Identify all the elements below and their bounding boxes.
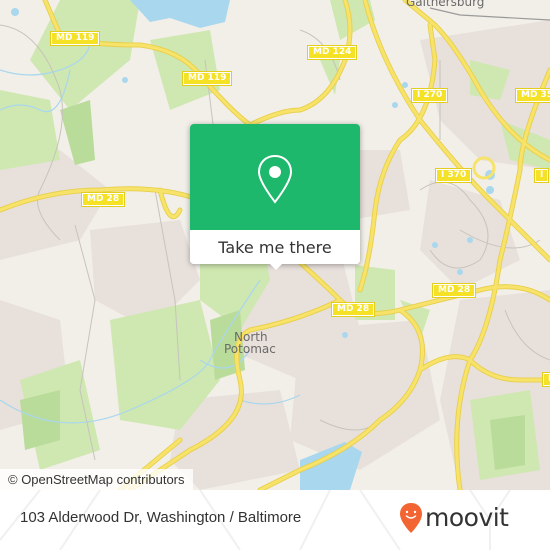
route-shield: I 270	[410, 88, 449, 103]
route-shield: MD 119	[181, 71, 233, 86]
gaithersburg-label: Gaithersburg	[406, 0, 485, 9]
moovit-logo[interactable]: moovit	[399, 502, 509, 534]
route-shield: I 370	[434, 168, 473, 183]
address-text: 103 Alderwood Dr, Washington / Baltimore	[20, 509, 302, 526]
route-shield: I	[533, 168, 550, 183]
destination-popup: Take me there	[190, 124, 360, 270]
moovit-wordmark: moovit	[425, 503, 509, 532]
popup-header	[190, 124, 360, 230]
map-attribution[interactable]: © OpenStreetMap contributors	[0, 469, 193, 490]
footer: 103 Alderwood Dr, Washington / Baltimore…	[0, 490, 550, 550]
popup-pointer	[268, 262, 284, 270]
route-shield: MD 28	[431, 283, 477, 298]
interchange	[472, 156, 496, 180]
route-shield: MD 119	[49, 31, 101, 46]
north-potomac-label-2: Potomac	[224, 342, 276, 356]
map-pin-icon	[257, 154, 293, 204]
railway	[429, 7, 550, 21]
route-shield: MD 28	[80, 192, 126, 207]
route-shield: MD 28	[541, 372, 550, 387]
map[interactable]: Gaithersburg North Potomac MD 119 MD 119…	[0, 0, 550, 490]
route-shield: MD 124	[306, 45, 358, 60]
moovit-pin-smile-icon	[400, 503, 422, 533]
take-me-there-button[interactable]: Take me there	[190, 230, 360, 264]
route-shield: MD 355	[514, 88, 550, 103]
route-shield: MD 28	[330, 302, 376, 317]
